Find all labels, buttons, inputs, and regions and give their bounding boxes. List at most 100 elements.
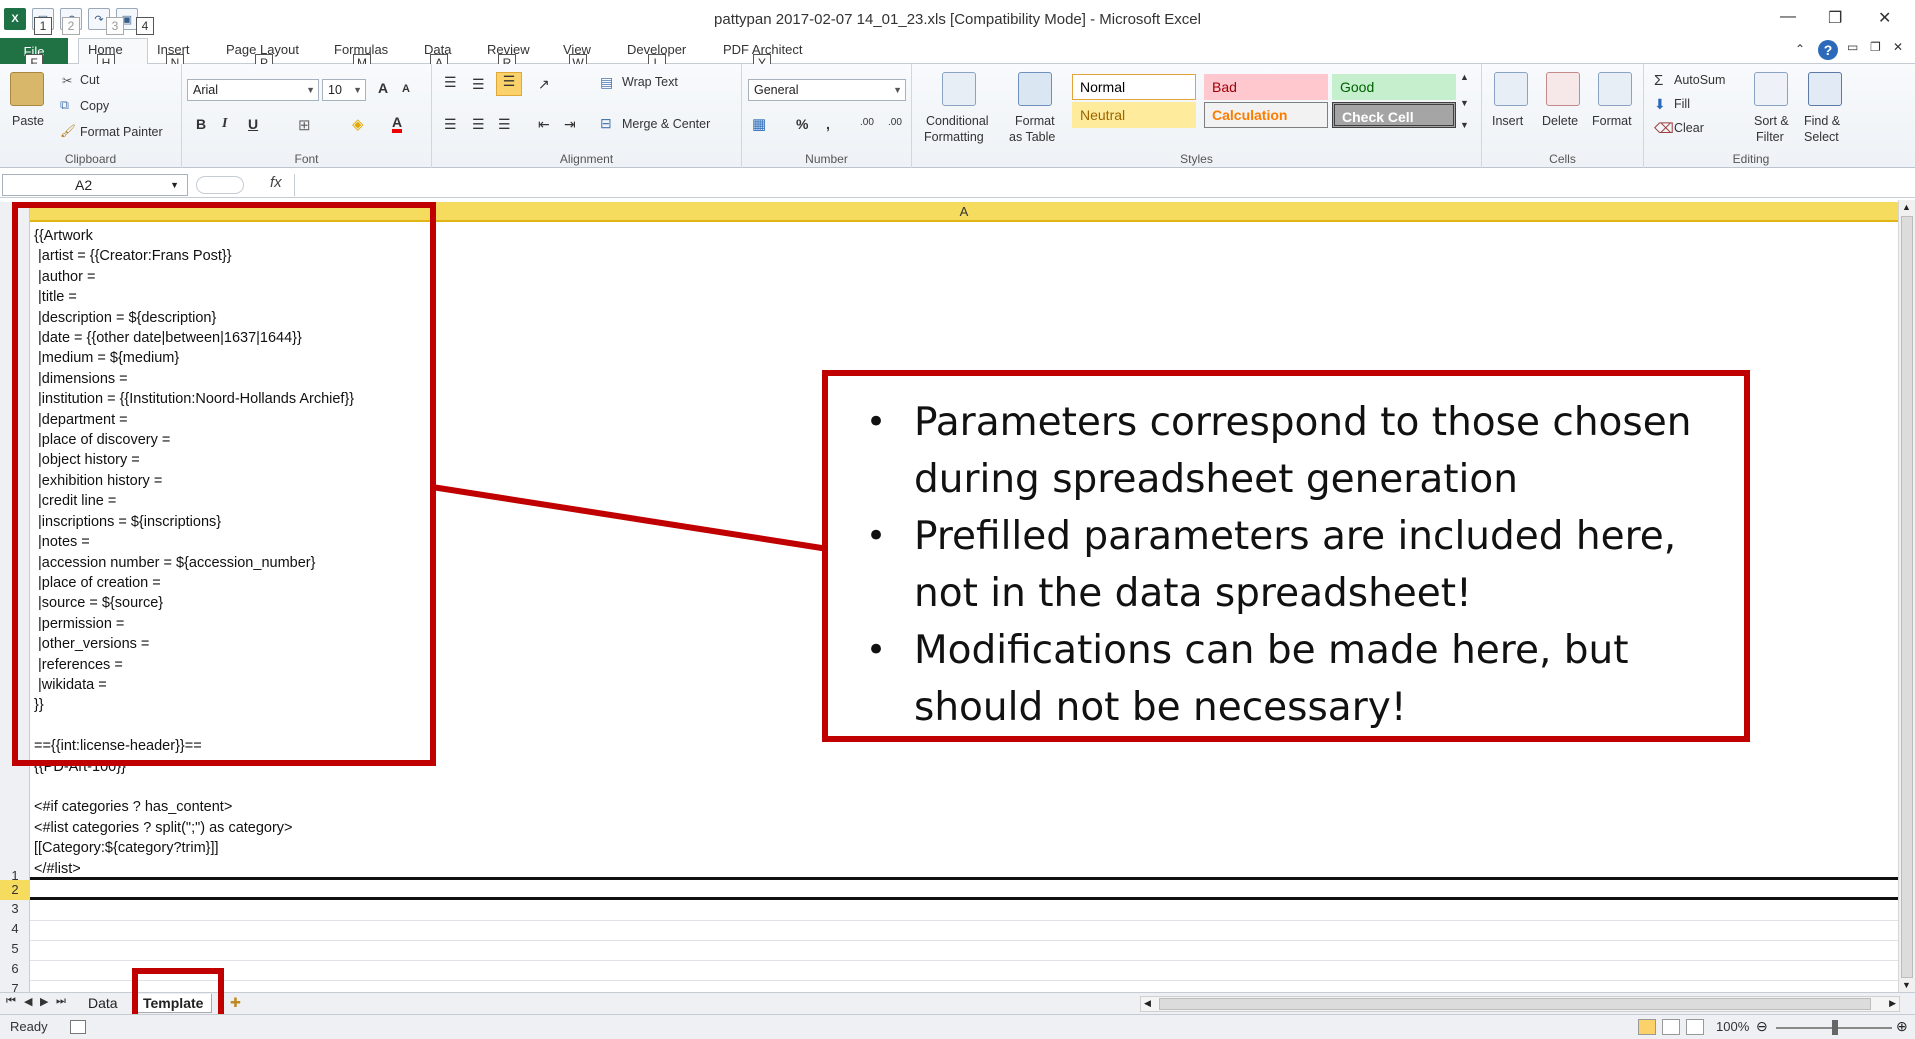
cell-style-normal[interactable]: Normal [1072, 74, 1196, 100]
autosum-icon[interactable]: Σ [1654, 72, 1663, 89]
scroll-right-icon[interactable]: ▶ [1889, 998, 1896, 1009]
minimize-icon[interactable]: — [1780, 8, 1796, 26]
shrink-font-button[interactable]: A [402, 83, 410, 95]
scroll-thumb[interactable] [1901, 216, 1913, 978]
conditional-formatting-button[interactable]: Conditional [926, 114, 989, 128]
name-box[interactable]: A2 ▼ [2, 174, 188, 196]
zoom-in-icon[interactable]: ⊕ [1896, 1018, 1908, 1035]
sort-filter-button-line2[interactable]: Filter [1756, 130, 1784, 144]
format-as-table-button[interactable]: Format [1015, 114, 1055, 128]
align-right-icon[interactable]: ☰ [498, 116, 511, 133]
format-as-table-icon[interactable] [1018, 72, 1052, 106]
normal-view-icon[interactable] [1638, 1019, 1656, 1035]
vertical-scrollbar[interactable]: ▲ ▼ [1898, 200, 1915, 994]
format-cells-icon[interactable] [1598, 72, 1632, 106]
conditional-formatting-icon[interactable] [942, 72, 976, 106]
styles-gallery-more-icon[interactable]: ▼ [1460, 120, 1469, 130]
clear-icon[interactable]: ⌫ [1654, 120, 1674, 137]
cell-style-neutral[interactable]: Neutral [1072, 102, 1196, 128]
bold-button[interactable]: B [196, 116, 206, 132]
copy-button[interactable]: Copy [80, 99, 109, 113]
row-header-4[interactable]: 4 [0, 921, 30, 936]
page-break-view-icon[interactable] [1686, 1019, 1704, 1035]
cell-style-good[interactable]: Good [1332, 74, 1456, 100]
decrease-indent-icon[interactable]: ⇤ [538, 116, 550, 133]
italic-button[interactable]: I [222, 116, 227, 132]
prev-sheet-icon[interactable]: ◀ [24, 995, 32, 1008]
autosum-button[interactable]: AutoSum [1674, 73, 1725, 87]
align-middle-icon[interactable]: ☰ [472, 76, 485, 93]
last-sheet-icon[interactable]: ⏭ [56, 995, 66, 1008]
zoom-level[interactable]: 100% [1716, 1019, 1749, 1034]
insert-cells-icon[interactable] [1494, 72, 1528, 106]
cell-style-bad[interactable]: Bad [1204, 74, 1328, 100]
align-top-icon[interactable]: ☰ [444, 74, 457, 91]
paste-icon[interactable] [10, 72, 44, 106]
sort-filter-button[interactable]: Sort & [1754, 114, 1789, 128]
font-name-field[interactable]: Arial ▼ [187, 79, 319, 101]
borders-icon[interactable]: ⊞ [298, 116, 311, 134]
paste-button[interactable]: Paste [12, 114, 44, 128]
fill-icon[interactable]: ⬇ [1654, 96, 1666, 113]
horizontal-scrollbar[interactable]: ◀ ▶ [1140, 996, 1900, 1012]
increase-indent-icon[interactable]: ⇥ [564, 116, 576, 133]
wrap-text-icon[interactable]: ▤ [600, 74, 613, 91]
row-header-3[interactable]: 3 [0, 901, 30, 916]
font-size-field[interactable]: 10 ▼ [322, 79, 366, 101]
conditional-formatting-button-line2[interactable]: Formatting [924, 130, 984, 144]
scroll-up-icon[interactable]: ▲ [1902, 202, 1911, 212]
merge-center-icon[interactable]: ⊟ [600, 115, 612, 132]
page-layout-view-icon[interactable] [1662, 1019, 1680, 1035]
fill-color-icon[interactable]: ◈ [352, 115, 364, 133]
next-sheet-icon[interactable]: ▶ [40, 995, 48, 1008]
orientation-icon[interactable]: ↗ [538, 76, 550, 93]
insert-sheet-icon[interactable]: ✚ [230, 995, 241, 1011]
workbook-minimize-icon[interactable]: ▭ [1847, 40, 1858, 54]
merge-center-button[interactable]: Merge & Center [622, 117, 710, 131]
cut-icon[interactable]: ✂ [62, 73, 72, 88]
comma-style-button[interactable]: , [826, 116, 830, 132]
sheet-tab-data[interactable]: Data [80, 994, 126, 1013]
cell-style-calculation[interactable]: Calculation [1204, 102, 1328, 128]
row-header-5[interactable]: 5 [0, 941, 30, 956]
format-cells-button[interactable]: Format [1592, 114, 1632, 128]
find-select-button-line2[interactable]: Select [1804, 130, 1839, 144]
font-color-button[interactable]: A [392, 115, 403, 133]
macro-record-icon[interactable] [70, 1020, 86, 1034]
workbook-close-icon[interactable]: ✕ [1893, 40, 1903, 54]
cell-style-check-cell[interactable]: Check Cell [1332, 102, 1456, 128]
formula-input[interactable] [294, 174, 1894, 196]
styles-gallery-down-icon[interactable]: ▼ [1460, 98, 1469, 108]
insert-function-button[interactable]: fx [270, 174, 282, 191]
sort-filter-icon[interactable] [1754, 72, 1788, 106]
help-icon[interactable]: ? [1818, 40, 1838, 60]
align-left-icon[interactable]: ☰ [444, 116, 457, 133]
wrap-text-button[interactable]: Wrap Text [622, 75, 678, 89]
clear-button[interactable]: Clear [1674, 121, 1704, 135]
zoom-out-icon[interactable]: ⊖ [1756, 1018, 1768, 1035]
accounting-format-icon[interactable]: ▦ [752, 115, 766, 133]
underline-button[interactable]: U [248, 116, 258, 132]
scroll-down-icon[interactable]: ▼ [1902, 980, 1911, 990]
grow-font-button[interactable]: A [378, 80, 388, 96]
find-select-icon[interactable] [1808, 72, 1842, 106]
styles-gallery-up-icon[interactable]: ▲ [1460, 72, 1469, 82]
increase-decimal-button[interactable]: .00 [860, 117, 874, 128]
insert-cells-button[interactable]: Insert [1492, 114, 1523, 128]
decrease-decimal-button[interactable]: .00 [888, 117, 902, 128]
first-sheet-icon[interactable]: ⏮ [6, 995, 16, 1008]
hscroll-thumb[interactable] [1159, 998, 1871, 1010]
cut-button[interactable]: Cut [80, 73, 99, 87]
restore-icon[interactable]: ❐ [1828, 8, 1842, 28]
align-bottom-icon[interactable]: ☰ [496, 72, 522, 96]
delete-cells-icon[interactable] [1546, 72, 1580, 106]
zoom-slider-thumb[interactable] [1832, 1020, 1838, 1035]
copy-icon[interactable]: ⧉ [60, 98, 69, 113]
find-select-button[interactable]: Find & [1804, 114, 1840, 128]
scroll-left-icon[interactable]: ◀ [1144, 998, 1151, 1009]
number-format-field[interactable]: General ▼ [748, 79, 906, 101]
row-header-2[interactable]: 2 [0, 880, 30, 900]
row-header-6[interactable]: 6 [0, 961, 30, 976]
workbook-restore-icon[interactable]: ❐ [1870, 40, 1881, 54]
fill-button[interactable]: Fill [1674, 97, 1690, 111]
